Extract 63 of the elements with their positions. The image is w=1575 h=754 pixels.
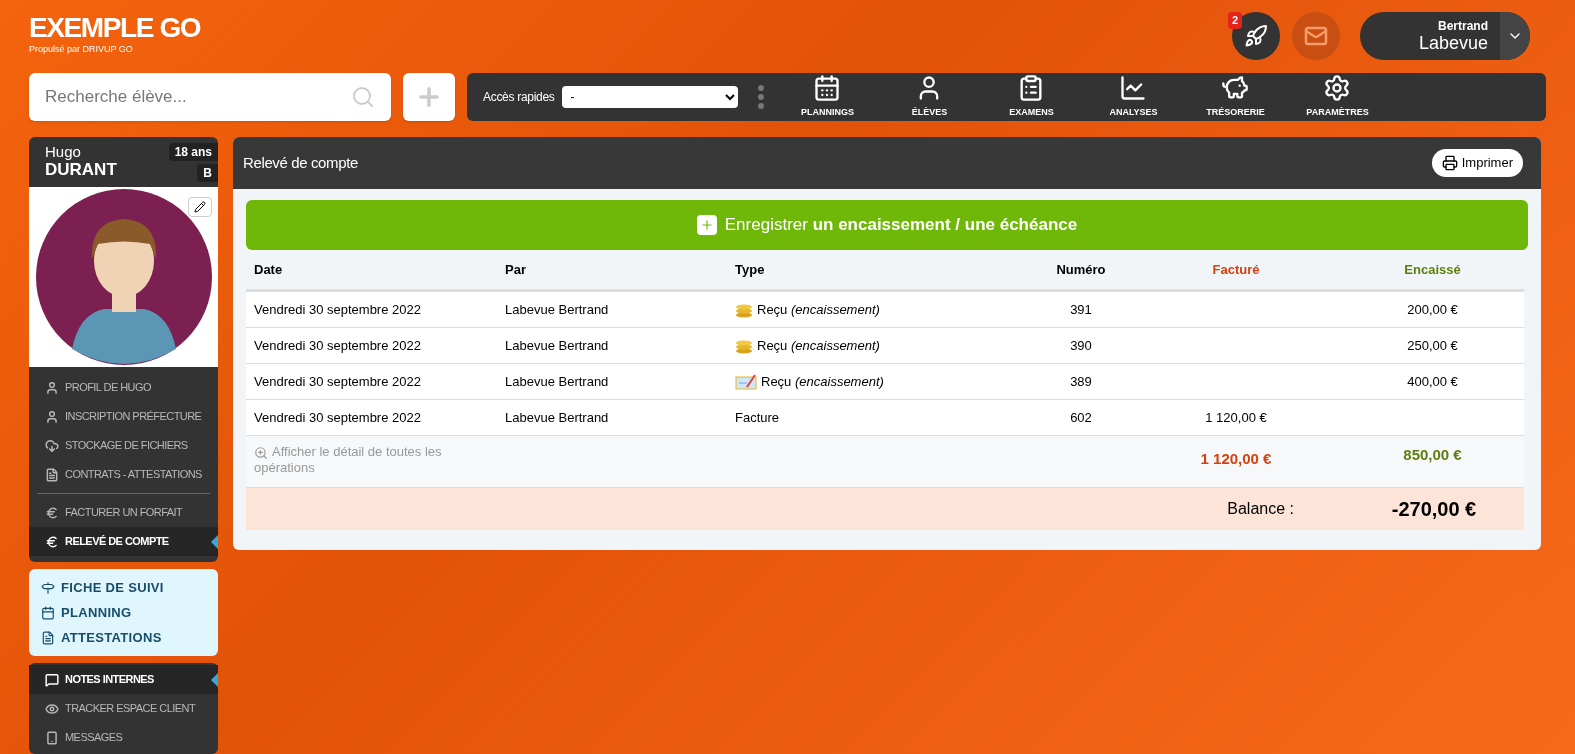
menu-item[interactable]: FACTURER UN FORFAIT: [29, 498, 218, 527]
table-cell-text: Labevue Bertrand: [504, 372, 610, 391]
table-cell-text: 391: [1070, 300, 1092, 319]
user-first-name: Bertrand: [1438, 19, 1488, 33]
brand-title: EXEMPLE GO: [29, 12, 201, 44]
menu-item[interactable]: PROFIL DE HUGO: [29, 373, 218, 402]
table-cell-text: 200,00 €: [1407, 300, 1458, 319]
total-collected: 850,00 €: [1403, 445, 1462, 465]
column-header: Facturé: [1212, 260, 1260, 279]
nav-item[interactable]: ÉLÈVES: [878, 74, 981, 120]
user-menu-button[interactable]: Bertrand Labevue: [1360, 12, 1530, 60]
table-cell-text: 389: [1070, 372, 1092, 391]
search-field[interactable]: Recherche élève...: [29, 73, 391, 121]
balance-value: -270,00 €: [1390, 497, 1478, 522]
table-cell-text: Reçu (encaissement): [757, 300, 880, 319]
table-cell-text: Labevue Bertrand: [504, 336, 610, 355]
column-header: Par: [504, 260, 527, 279]
menu-item[interactable]: RELEVÉ DE COMPTE: [29, 527, 218, 556]
nav-item[interactable]: PARAMÈTRES: [1286, 74, 1389, 120]
menu-item[interactable]: STOCKAGE DE FICHIERS: [29, 431, 218, 460]
shortcut-item[interactable]: FICHE DE SUIVI: [29, 575, 218, 600]
table-cell-text: 400,00 €: [1407, 372, 1458, 391]
table-cell-text: Vendredi 30 septembre 2022: [253, 372, 422, 391]
table-cell-text: Reçu (encaissement): [757, 336, 880, 355]
shortcut-item[interactable]: ATTESTATIONS: [29, 625, 218, 650]
column-header: Date: [253, 260, 284, 279]
nav-item[interactable]: ANALYSES: [1082, 74, 1185, 120]
nav-item[interactable]: TRÉSORERIE: [1184, 74, 1287, 120]
table-cell-text: 1 120,00 €: [1205, 408, 1267, 427]
age-badge: 18 ans: [168, 143, 218, 161]
table-cell-text: Vendredi 30 septembre 2022: [253, 408, 422, 427]
menu-item[interactable]: INSCRIPTION PRÉFECTURE: [29, 402, 218, 431]
table-cell-text: Labevue Bertrand: [504, 300, 610, 319]
panel-title: Relevé de compte: [243, 152, 358, 173]
table-cell-text: Reçu (encaissement): [761, 372, 884, 391]
menu-item[interactable]: NOTES INTERNES: [29, 665, 218, 694]
table-cell-text: 390: [1070, 336, 1092, 355]
column-header: Encaissé: [1404, 260, 1461, 279]
notification-badge: 2: [1228, 12, 1243, 29]
license-badge: B: [197, 164, 218, 182]
nav-item[interactable]: PLANNINGS: [776, 74, 879, 120]
user-last-name: Labevue: [1418, 33, 1488, 53]
menu-item[interactable]: MESSAGES: [29, 723, 218, 752]
student-first-name: Hugo: [45, 143, 82, 160]
table-cell-text: Labevue Bertrand: [504, 408, 610, 427]
table-cell-text: 602: [1070, 408, 1092, 427]
student-last-name: DURANT: [45, 160, 117, 180]
shortcut-item[interactable]: PLANNING: [29, 600, 218, 625]
balance-label: Balance :: [1227, 499, 1294, 519]
quick-access-select[interactable]: -: [562, 86, 739, 108]
brand-subtitle: Propulsé par DRIVUP GO: [29, 44, 134, 55]
table-cell-text: 250,00 €: [1407, 336, 1458, 355]
menu-item[interactable]: CONTRATS - ATTESTATIONS: [29, 460, 218, 489]
total-billed: 1 120,00 €: [1200, 449, 1272, 469]
column-header: Type: [734, 260, 766, 279]
table-cell-text: Vendredi 30 septembre 2022: [253, 336, 422, 355]
quick-access-label: Accès rapides: [483, 89, 555, 106]
column-header: Numéro: [1056, 260, 1106, 279]
table-cell-text: Vendredi 30 septembre 2022: [253, 300, 422, 319]
menu-item[interactable]: TRACKER ESPACE CLIENT: [29, 694, 218, 723]
print-button[interactable]: Imprimer: [1431, 149, 1523, 177]
nav-item[interactable]: EXAMENS: [980, 74, 1083, 120]
table-cell-text: Facture: [735, 408, 780, 427]
